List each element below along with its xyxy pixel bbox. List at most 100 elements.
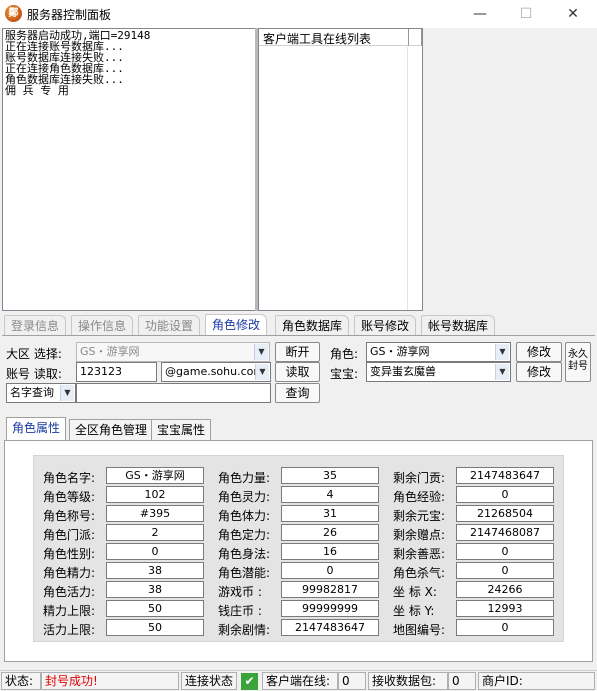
online-label: 客户端在线: [262, 672, 338, 690]
attr-value-field[interactable]: 102 [106, 486, 204, 503]
merchant-id: 商户ID: [478, 672, 595, 690]
read-button[interactable]: 读取 [275, 362, 320, 382]
tab-role-database[interactable]: 角色数据库 [275, 315, 350, 335]
attr-label: 角色潜能: [218, 566, 271, 580]
attr-value-field[interactable]: 38 [106, 562, 204, 579]
attr-value-field[interactable]: 99982817 [281, 581, 379, 598]
attr-value-field[interactable]: 12993 [456, 600, 554, 617]
online-count: 0 [338, 672, 366, 690]
role-label: 角色: [330, 347, 359, 361]
attr-label: 角色力量: [218, 471, 271, 485]
connect-status-label: 连接状态 [181, 672, 237, 690]
pet-select[interactable]: 变异蚩玄魔兽 ▼ [366, 362, 511, 382]
column-divider [407, 47, 408, 310]
tab-role-attributes[interactable]: 角色属性 [6, 417, 67, 440]
attr-value-field[interactable]: 4 [281, 486, 379, 503]
attr-value-field[interactable]: 2147468087 [456, 524, 554, 541]
attr-value-field[interactable]: 2147483647 [456, 467, 554, 484]
tab-operation-info[interactable]: 操作信息 [71, 315, 134, 335]
attr-value-field[interactable]: 21268504 [456, 505, 554, 522]
attr-label: 剩余门贡: [393, 471, 446, 485]
tab-pet-attributes[interactable]: 宝宝属性 [151, 419, 212, 440]
ban-label-line1: 永久 [568, 349, 588, 360]
attr-value-field[interactable]: 2147483647 [281, 619, 379, 636]
maximize-button[interactable]: ☐ [503, 0, 549, 28]
tab-login-info[interactable]: 登录信息 [4, 315, 67, 335]
query-type-select[interactable]: 名字查询 ▼ [6, 383, 76, 403]
attr-value-field[interactable]: 16 [281, 543, 379, 560]
attr-label: 角色性别: [43, 547, 96, 561]
account-input[interactable]: 123123 [76, 362, 157, 382]
pet-select-value: 变异蚩玄魔兽 [370, 365, 436, 378]
attr-value-field[interactable]: 0 [456, 562, 554, 579]
role-select[interactable]: GS・游享网 ▼ [366, 342, 511, 362]
permanent-ban-button[interactable]: 永久 封号 [565, 342, 591, 382]
attr-label: 角色灵力: [218, 490, 271, 504]
attr-label: 游戏币 : [218, 585, 262, 599]
app-icon: 鄭 [5, 5, 22, 22]
modify-role-button[interactable]: 修改 [516, 342, 562, 362]
query-button[interactable]: 查询 [275, 383, 320, 403]
attr-value-field[interactable]: 0 [106, 543, 204, 560]
tab-divider [2, 335, 595, 336]
query-input[interactable] [76, 383, 271, 403]
attr-value-field[interactable]: 31 [281, 505, 379, 522]
chevron-down-icon: ▼ [254, 344, 268, 360]
region-select-value: GS・游享网 [80, 345, 140, 358]
client-list[interactable]: 客户端工具在线列表 [258, 28, 423, 311]
attr-label: 活力上限: [43, 623, 96, 637]
attr-value-field[interactable]: 0 [281, 562, 379, 579]
attr-value-field[interactable]: 0 [456, 486, 554, 503]
attr-value-field[interactable]: 26 [281, 524, 379, 541]
disconnect-button[interactable]: 断开 [275, 342, 320, 362]
attr-label: 角色经验: [393, 490, 446, 504]
attr-value-field[interactable]: #395 [106, 505, 204, 522]
domain-select[interactable]: @game.sohu.com ▼ [161, 362, 271, 382]
attr-value-field[interactable]: 35 [281, 467, 379, 484]
pet-label: 宝宝: [330, 367, 359, 381]
log-text: 服务器启动成功,端口=29148 正在连接账号数据库... 账号数据库连接失败.… [5, 29, 151, 97]
tab-account-modify[interactable]: 账号修改 [354, 315, 417, 335]
modify-pet-button[interactable]: 修改 [516, 362, 562, 382]
window-title: 服务器控制面板 [27, 8, 112, 22]
region-select[interactable]: GS・游享网 ▼ [76, 342, 270, 362]
attr-label: 角色门派: [43, 528, 96, 542]
account-label: 账号 读取: [6, 367, 62, 381]
attr-label: 剩余剧情: [218, 623, 271, 637]
tab-all-region-roles[interactable]: 全区角色管理 [69, 419, 154, 440]
attr-value-field[interactable]: GS・游享网 [106, 467, 204, 484]
role-select-value: GS・游享网 [370, 345, 430, 358]
attr-value-field[interactable]: 0 [456, 543, 554, 560]
attr-value-field[interactable]: 38 [106, 581, 204, 598]
attr-label: 角色杀气: [393, 566, 446, 580]
packets-count: 0 [448, 672, 476, 690]
attr-label: 坐 标 X: [393, 585, 437, 599]
attr-label: 角色名字: [43, 471, 96, 485]
attr-value-field[interactable]: 0 [456, 619, 554, 636]
attr-value-field[interactable]: 99999999 [281, 600, 379, 617]
attr-value-field[interactable]: 24266 [456, 581, 554, 598]
log-textbox[interactable]: 服务器启动成功,端口=29148 正在连接账号数据库... 账号数据库连接失败.… [2, 28, 256, 311]
attr-value-field[interactable]: 2 [106, 524, 204, 541]
attr-value-field[interactable]: 50 [106, 619, 204, 636]
region-label: 大区 选择: [6, 347, 62, 361]
tab-role-modify[interactable]: 角色修改 [205, 314, 268, 336]
domain-select-value: @game.sohu.com [165, 365, 265, 378]
packets-label: 接收数据包: [368, 672, 448, 690]
attr-label: 剩余赠点: [393, 528, 446, 542]
chevron-down-icon: ▼ [495, 364, 509, 380]
minimize-button[interactable]: — [457, 0, 503, 28]
attr-label: 精力上限: [43, 604, 96, 618]
attr-label: 角色等级: [43, 490, 96, 504]
ban-label-line2: 封号 [568, 361, 588, 372]
status-label: 状态: [1, 672, 41, 690]
close-button[interactable]: ✕ [550, 0, 596, 28]
attr-label: 角色称号: [43, 509, 96, 523]
attr-value-field[interactable]: 50 [106, 600, 204, 617]
client-list-header[interactable]: 客户端工具在线列表 [259, 29, 409, 46]
chevron-down-icon: ▼ [495, 344, 509, 360]
tab-function-settings[interactable]: 功能设置 [138, 315, 201, 335]
client-list-header-extra [409, 29, 422, 46]
tab-account-database[interactable]: 帐号数据库 [421, 315, 496, 335]
attr-label: 角色定力: [218, 528, 271, 542]
